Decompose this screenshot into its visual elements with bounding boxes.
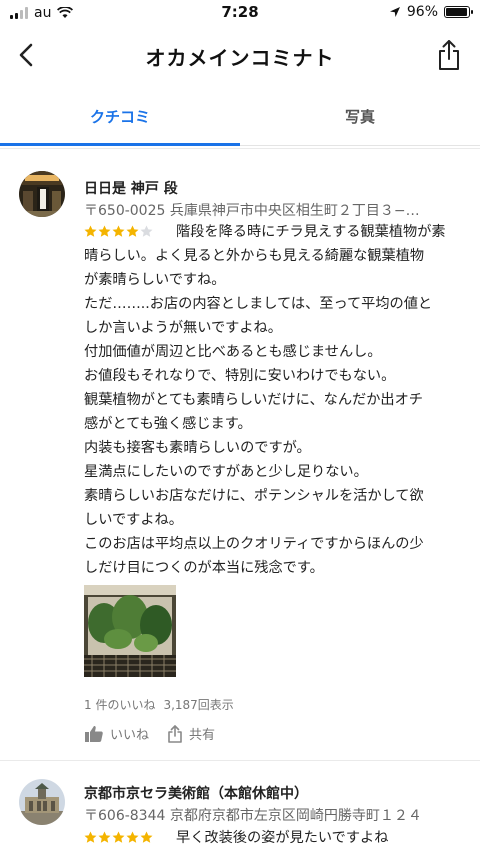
share-icon <box>439 40 459 70</box>
review-text-line: 早く改装後の姿が見たいですよね <box>176 830 389 846</box>
like-count: 1 件のいいね <box>84 698 156 712</box>
review-text-line: 感がとても強く感じます。 <box>84 416 252 432</box>
status-bar: au 7:28 96% <box>0 0 480 26</box>
tab-bar: クチコミ 写真 <box>0 96 480 146</box>
tab-reviews[interactable]: クチコミ <box>0 96 240 144</box>
review-text-line: しいですよね。 <box>84 512 183 528</box>
review-text-line: ただ……..お店の内容としましては、至って平均の値と <box>84 296 433 312</box>
review-text-line: 内装も接客も素晴らしいのですが。 <box>84 440 311 456</box>
battery-percent: 96% <box>406 4 438 20</box>
active-tab-indicator <box>0 143 240 146</box>
avatar-image <box>19 779 65 825</box>
thumbs-up-icon <box>85 725 103 742</box>
plants-photo-image <box>84 585 176 677</box>
reviewer-name[interactable]: 京都市京セラ美術館（本館休館中） <box>84 783 308 803</box>
review-text-line: このお店は平均点以上のクオリティですからほんの少 <box>84 536 424 552</box>
reviewer-name[interactable]: 日日是 神戸 段 <box>84 178 178 198</box>
like-label: いいね <box>110 728 150 743</box>
page-title: オカメインコミナト <box>145 46 335 70</box>
reviewer-address: 〒650-0025 兵庫県神戸市中央区相生町２丁目３−… <box>84 203 420 219</box>
review-text-line: 付加価値が周辺と比べあるとも感じませんし。 <box>84 344 382 360</box>
review-actions: いいね 共有 <box>84 724 215 743</box>
reviewer-avatar[interactable] <box>19 171 65 217</box>
review-text-line: が素晴らしいですね。 <box>84 272 226 288</box>
like-button[interactable]: いいね <box>84 724 149 743</box>
avatar-image <box>19 171 65 217</box>
review-text-line: 晴らしい。よく見ると外からも見える綺麗な観葉植物 <box>84 248 425 264</box>
review-photo[interactable] <box>84 585 176 677</box>
review-text-line: 観葉植物がとても素晴らしいだけに、なんだか出オチ <box>84 392 423 408</box>
review-card: 日日是 神戸 段 〒650-0025 兵庫県神戸市中央区相生町２丁目３−… 階段… <box>0 148 480 760</box>
share-icon <box>168 724 182 743</box>
review-stats: 1 件のいいね 3,187回表示 <box>84 696 234 713</box>
battery-fill <box>446 8 468 16</box>
view-count: 3,187回表示 <box>163 698 234 712</box>
location-arrow-icon <box>389 7 400 17</box>
battery-icon <box>444 6 473 18</box>
review-text-line: お値段もそれなりで、特別に安いわけでもない。 <box>84 368 396 384</box>
share-review-button[interactable]: 共有 <box>167 724 215 743</box>
status-right: 96% <box>389 4 473 20</box>
review-text-line: 素晴らしいお店なだけに、ポテンシャルを活かして欲 <box>84 488 424 504</box>
tab-photos[interactable]: 写真 <box>240 96 480 144</box>
review-text: 階段を降る時にチラ見えする観葉植物が素 晴らしい。よく見ると外からも見える綺麗な… <box>84 220 464 580</box>
share-button[interactable] <box>436 38 462 72</box>
review-text-line: しか言いようが無いですよね。 <box>84 320 282 336</box>
share-label: 共有 <box>189 728 216 743</box>
reviewer-address: 〒606-8344 京都府京都市左京区岡崎円勝寺町１２４ <box>84 808 422 824</box>
review-card: 京都市京セラ美術館（本館休館中） 〒606-8344 京都府京都市左京区岡崎円勝… <box>0 760 480 853</box>
review-text-line: 星満点にしたいのですがあと少し足りない。 <box>84 464 368 480</box>
reviewer-avatar[interactable] <box>19 779 65 825</box>
app-header: オカメインコミナト <box>0 26 480 86</box>
review-text-line: 階段を降る時にチラ見えする観葉植物が素 <box>176 224 446 240</box>
review-text-line: しだけ目につくのが本当に残念です。 <box>84 560 324 576</box>
review-text: 早く改装後の姿が見たいですよね <box>84 826 464 850</box>
